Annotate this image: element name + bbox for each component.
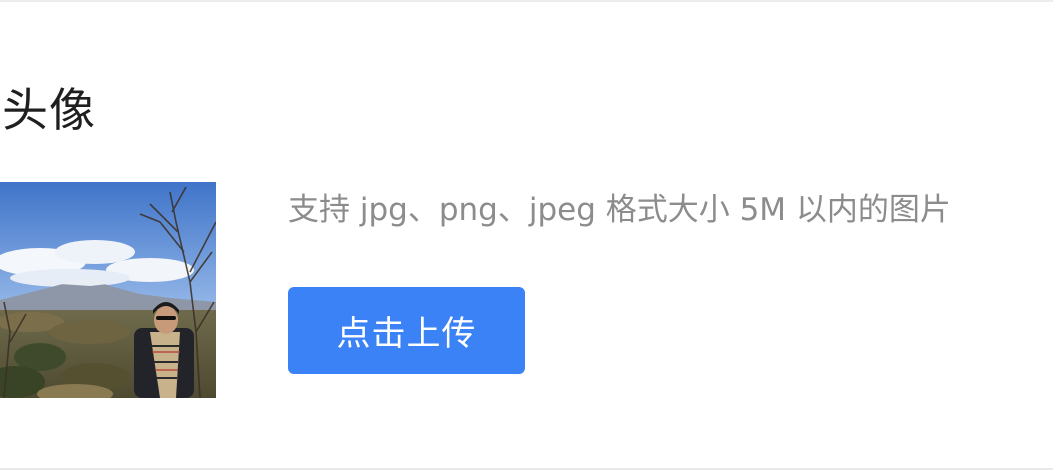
upload-hint-text: 支持 jpg、png、jpeg 格式大小 5M 以内的图片 [288,192,951,228]
avatar [0,182,216,398]
upload-button[interactable]: 点击上传 [288,287,525,374]
top-divider [0,0,1053,2]
section-title: 头像 [2,83,96,137]
avatar-settings-page: 头像 支持 jpg、png、jpeg 格式大小 5M 以内的图片 点击上传 [0,0,1053,471]
avatar-image [0,182,216,398]
bottom-divider [0,468,1053,470]
